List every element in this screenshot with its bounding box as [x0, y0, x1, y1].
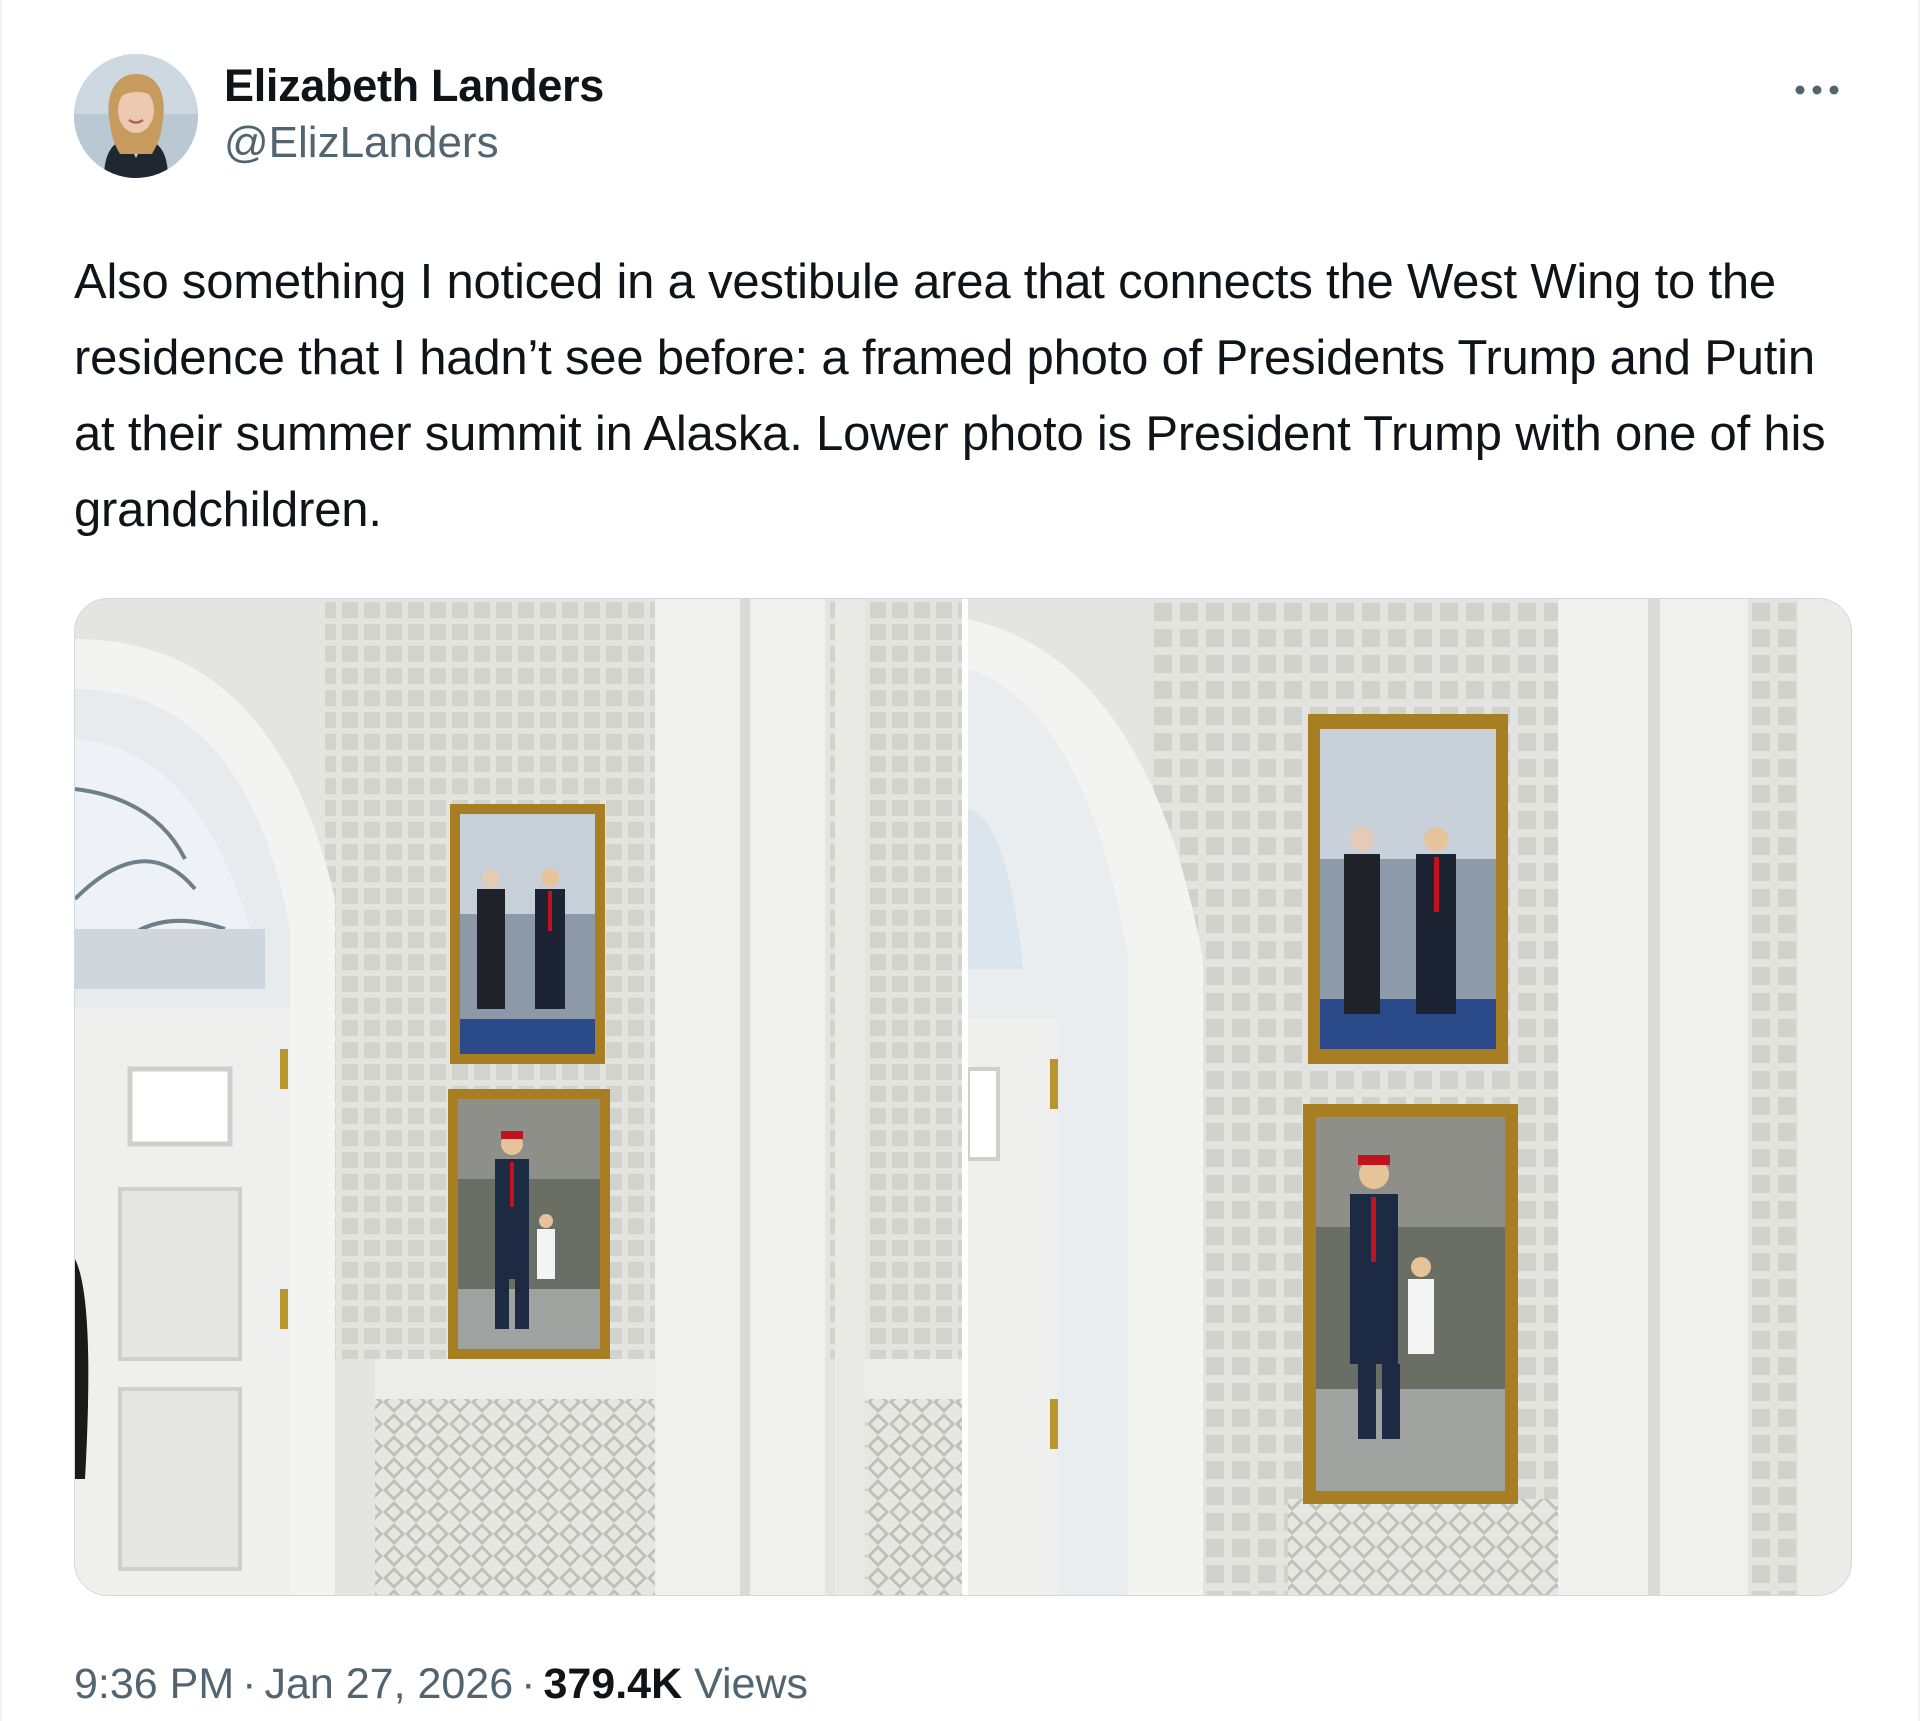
tweet-text: Also something I noticed in a vestibule … — [74, 255, 1826, 537]
separator: · — [242, 1660, 257, 1708]
vestibule-photo-left — [75, 599, 962, 1595]
tweet-meta: 9:36 PM · Jan 27, 2026 · 379.4K Views — [74, 1656, 1852, 1712]
tweet: Elizabeth Landers @ElizLanders Also some… — [74, 54, 1852, 1712]
separator: · — [521, 1660, 536, 1708]
display-name[interactable]: Elizabeth Landers — [224, 58, 604, 114]
photo-1[interactable] — [75, 599, 962, 1595]
photo-2[interactable] — [968, 599, 1851, 1595]
tweet-time[interactable]: 9:36 PM — [74, 1660, 234, 1708]
ellipsis-icon — [1795, 85, 1839, 95]
profile-photo-icon — [74, 54, 198, 178]
more-options-button[interactable] — [1782, 60, 1852, 120]
tweet-media — [74, 598, 1852, 1596]
tweet-page: Elizabeth Landers @ElizLanders Also some… — [0, 0, 1920, 1721]
author-names: Elizabeth Landers @ElizLanders — [224, 58, 604, 172]
vestibule-photo-right — [968, 599, 1851, 1595]
views-label: Views — [694, 1660, 809, 1708]
views-count[interactable]: 379.4K — [543, 1660, 682, 1708]
tweet-header: Elizabeth Landers @ElizLanders — [74, 54, 1852, 182]
tweet-date[interactable]: Jan 27, 2026 — [264, 1660, 513, 1708]
avatar[interactable] — [74, 54, 198, 178]
handle[interactable]: @ElizLanders — [224, 114, 604, 172]
